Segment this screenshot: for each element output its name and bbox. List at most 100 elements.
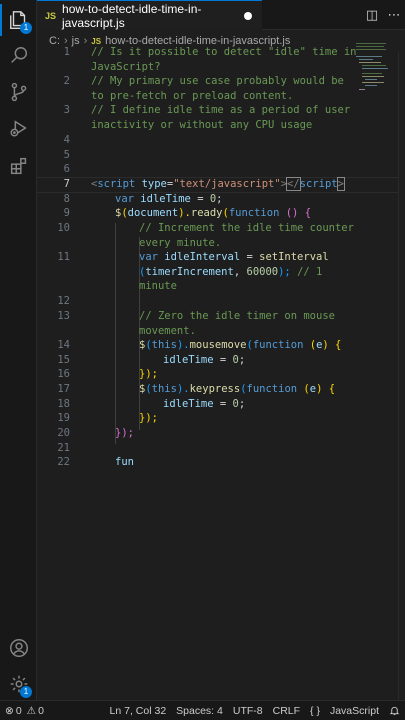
- line-number: 4: [63, 134, 70, 146]
- code-line-1: // Is it possible to detect "idle" time …: [91, 46, 357, 58]
- line-number: 16: [57, 368, 70, 380]
- variable: idleTime: [163, 354, 214, 366]
- indentation[interactable]: Spaces: 4: [171, 705, 228, 717]
- line-number: 22: [57, 456, 70, 468]
- vertical-scrollbar[interactable]: [398, 52, 405, 700]
- editor-tab[interactable]: JS how-to-detect-idle-time-in-javascript…: [37, 0, 262, 30]
- line-number: 19: [57, 412, 70, 424]
- problems-indicator[interactable]: ⊗ 0 ⚠ 0: [0, 705, 49, 717]
- line-number: 1: [63, 46, 70, 58]
- cursor-position[interactable]: Ln 7, Col 32: [105, 705, 172, 717]
- code-line-8: var idleTime = 0;: [115, 192, 223, 207]
- code-line-16: });: [139, 368, 158, 380]
- accounts-icon[interactable]: [0, 630, 37, 666]
- tab-bar: JS how-to-detect-idle-time-in-javascript…: [37, 0, 405, 30]
- semicolon: ;: [238, 354, 246, 366]
- line-number: 3: [63, 104, 70, 116]
- keyword: function: [246, 383, 298, 395]
- minimap-line: [356, 49, 386, 50]
- minimap-line: [362, 82, 384, 83]
- attr-name: type: [141, 178, 167, 190]
- line-number: 11: [57, 251, 70, 263]
- tag-close-lt: </: [286, 177, 301, 191]
- paren: ) {: [322, 339, 342, 351]
- function-name: mousemove: [189, 339, 247, 351]
- paren: (: [303, 339, 317, 351]
- variable: idleInterval: [164, 251, 241, 263]
- code-line-17: $(this).keypress(function (e) {: [139, 382, 335, 397]
- minimap[interactable]: [356, 43, 394, 93]
- paren: () {: [279, 207, 312, 219]
- braces-icon[interactable]: { }: [305, 705, 325, 717]
- variable: timerIncrement: [145, 265, 234, 278]
- operator: =: [213, 354, 233, 366]
- warning-icon: ⚠: [26, 704, 37, 717]
- unsaved-dot-icon[interactable]: [244, 12, 252, 20]
- code-line-2-wrap: to pre-fetch or preload content.: [91, 89, 294, 102]
- minimap-line: [359, 59, 373, 60]
- keyword: function: [252, 339, 304, 351]
- operator: =: [190, 193, 210, 205]
- minimap-line: [356, 43, 386, 44]
- search-icon[interactable]: [0, 38, 37, 74]
- keyword: this: [151, 339, 177, 351]
- status-bar: ⊗ 0 ⚠ 0 Ln 7, Col 32 Spaces: 4 UTF-8 CRL…: [0, 700, 405, 720]
- activity-bar: 1 1: [0, 0, 37, 700]
- function-name: setInterval: [259, 251, 329, 263]
- minimap-line: [362, 73, 382, 74]
- minimap-line: [356, 46, 384, 47]
- minimap-line: [362, 76, 384, 77]
- line-number: 13: [57, 310, 70, 322]
- keyword: var: [139, 251, 158, 263]
- run-debug-icon[interactable]: [0, 110, 37, 146]
- line-number: 21: [57, 442, 70, 454]
- paren: );: [278, 265, 298, 278]
- manage-gear-icon[interactable]: 1: [0, 666, 37, 702]
- code-line-13: // Zero the idle timer on mouse: [139, 310, 335, 322]
- code-line-19: });: [139, 412, 158, 424]
- end-of-line[interactable]: CRLF: [268, 705, 305, 717]
- code-line-15: idleTime = 0;: [163, 353, 245, 368]
- explorer-icon[interactable]: 1: [0, 2, 37, 38]
- line-number-active: 7: [63, 178, 70, 190]
- code-editor[interactable]: 1 2 3 4 5 6 7 8 9 10 11 12 13 14 15 16 1…: [37, 45, 405, 700]
- more-actions-icon[interactable]: ⋯: [383, 8, 405, 23]
- code-line-14: $(this).mousemove(function (e) {: [139, 338, 341, 353]
- paren: ).: [176, 383, 190, 395]
- line-number: 15: [57, 354, 70, 366]
- minimap-line: [356, 56, 382, 57]
- error-count: 0: [15, 704, 22, 717]
- language-mode[interactable]: JavaScript: [325, 705, 384, 717]
- settings-badge: 1: [20, 686, 32, 698]
- line-number: 14: [57, 339, 70, 351]
- paren: ).: [178, 207, 191, 219]
- code-line-18: idleTime = 0;: [163, 397, 245, 412]
- js-file-icon: JS: [45, 10, 57, 21]
- extensions-icon[interactable]: [0, 148, 37, 184]
- comment: // 1: [297, 265, 323, 278]
- code-line-11: var idleInterval = setInterval: [139, 250, 329, 265]
- paren: ) {: [316, 383, 336, 395]
- tab-filename: how-to-detect-idle-time-in-javascript.js: [62, 1, 202, 30]
- tag-name: script: [97, 178, 136, 190]
- code-line-11-wrap2: minute: [139, 280, 177, 293]
- line-number: 18: [57, 398, 70, 410]
- minimap-line: [359, 62, 381, 63]
- minimap-line: [359, 89, 365, 90]
- function-name: ready: [190, 207, 223, 219]
- keyword: this: [151, 383, 177, 395]
- code-line-22: fun: [115, 456, 134, 468]
- code-line-3-wrap: inactivity or without any CPU usage: [91, 119, 313, 131]
- encoding[interactable]: UTF-8: [228, 705, 268, 717]
- close-tag-gt: >: [336, 177, 345, 191]
- minimap-line: [365, 85, 377, 86]
- source-control-icon[interactable]: [0, 74, 37, 110]
- split-editor-icon[interactable]: ◫: [361, 8, 383, 23]
- keyword: function: [228, 207, 280, 219]
- explorer-badge: 1: [20, 22, 32, 34]
- line-number: 20: [57, 427, 70, 439]
- warning-count: 0: [38, 704, 44, 717]
- variable: idleTime: [140, 193, 191, 205]
- notifications-bell-icon[interactable]: [384, 705, 405, 716]
- minimap-line: [362, 68, 388, 69]
